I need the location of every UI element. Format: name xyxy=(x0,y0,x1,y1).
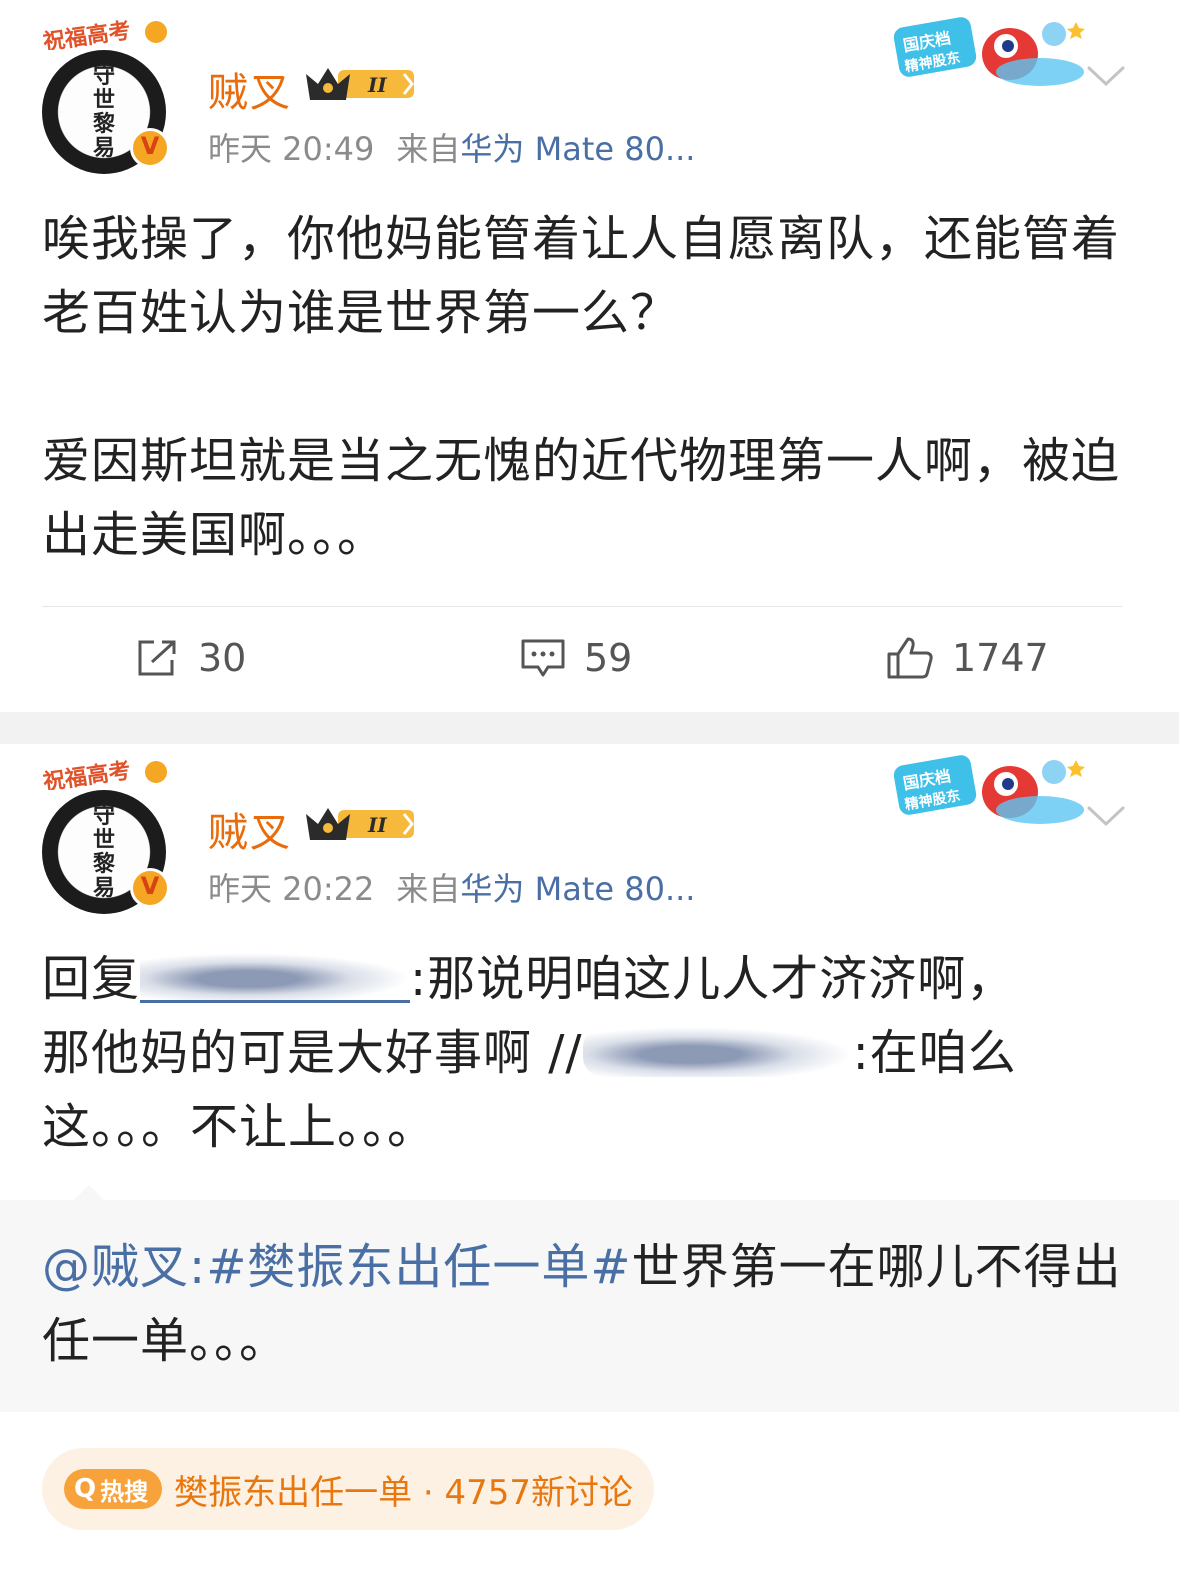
quoted-text-line-1: 世界第一在哪儿不得出 xyxy=(631,1239,1122,1295)
reply-prefix: 回复 xyxy=(42,951,141,1007)
reply-line-2: 那他妈的可是大好事啊 // :在咱么 xyxy=(42,1016,1122,1090)
action-bar: 30 59 1747 xyxy=(0,618,1179,698)
post-meta: 昨天 20:49 来自华为 Mate 80... xyxy=(208,124,695,170)
like-count: 1747 xyxy=(952,636,1049,680)
svg-text:祝福高考: 祝福高考 xyxy=(41,18,132,50)
divider xyxy=(42,606,1122,607)
post-meta: 昨天 20:22 来自华为 Mate 80... xyxy=(208,864,695,910)
hot-search-text: 樊振东出任一单 · 4757新讨论 xyxy=(174,1472,634,1513)
hot-search-pill[interactable]: Q 热搜 樊振东出任一单 · 4757新讨论 xyxy=(42,1448,654,1530)
repost-count: 30 xyxy=(198,636,247,680)
repost-button[interactable]: 30 xyxy=(136,618,246,698)
quoted-text-line-2: 任一单。。。 xyxy=(42,1313,289,1369)
avatar-frame-badge: 祝福高考 xyxy=(41,18,167,50)
reply-line-3: 这。。。不让上。。。 xyxy=(42,1099,437,1155)
avatar-calligraphy: 守世黎易 xyxy=(92,803,115,901)
thumbs-up-icon xyxy=(887,637,933,679)
source-prefix: 来自 xyxy=(396,130,461,168)
vip-crown-icon: II xyxy=(306,68,414,100)
post-card-1: 祝福高考 守世黎易 V 贼叉 II 昨天 20:49 来自华为 Mate 80..… xyxy=(0,0,1179,712)
verified-badge-icon: V xyxy=(130,868,170,908)
repost-icon xyxy=(138,640,176,676)
reply-text: 那他妈的可是大好事啊 // xyxy=(42,1025,583,1081)
reply-line-1: 回复 :那说明咱这儿人才济济啊， xyxy=(42,942,1122,1016)
holiday-sticker-icon: 国庆档 精神股东 xyxy=(893,755,1085,824)
comment-count: 59 xyxy=(584,636,633,680)
reply-text: :那说明咱这儿人才济济啊， xyxy=(410,951,1016,1007)
hot-search-badge-label: 热搜 xyxy=(100,1477,149,1506)
source-device-link[interactable]: 华为 Mate 80... xyxy=(460,130,695,168)
mention-link[interactable]: @贼叉: xyxy=(42,1239,206,1295)
vip-crown-icon: II xyxy=(306,808,414,840)
comment-icon xyxy=(521,639,565,677)
avatar-calligraphy: 守世黎易 xyxy=(92,63,115,161)
search-icon: Q xyxy=(74,1474,97,1504)
avatar-1[interactable]: 祝福高考 守世黎易 V xyxy=(38,10,172,174)
post-body: 回复 :那说明咱这儿人才济济啊， 那他妈的可是大好事啊 // :在咱么 这。。。不让… xyxy=(42,942,1122,1164)
quote-pointer xyxy=(74,1185,104,1200)
hot-search-badge: Q 热搜 xyxy=(64,1469,163,1509)
like-button[interactable]: 1747 xyxy=(886,618,1049,698)
quoted-post[interactable]: @贼叉:#樊振东出任一单#世界第一在哪儿不得出 任一单。。。 xyxy=(0,1185,1179,1412)
svg-text:II: II xyxy=(367,813,387,837)
source-prefix: 来自 xyxy=(396,870,461,908)
post-paragraph: 唉我操了，你他妈能管着让人自愿离队，还能管着老百姓认为谁是世界第一么？ xyxy=(42,211,1121,341)
hashtag-link[interactable]: #樊振东出任一单# xyxy=(206,1239,631,1295)
feed-gap xyxy=(0,712,1179,744)
svg-text:祝福高考: 祝福高考 xyxy=(41,758,132,790)
redacted-username xyxy=(582,1027,853,1077)
verified-badge-icon: V xyxy=(130,128,170,168)
comment-button[interactable]: 59 xyxy=(520,618,632,698)
post-body: 唉我操了，你他妈能管着让人自愿离队，还能管着老百姓认为谁是世界第一么？ 爱因斯坦… xyxy=(42,202,1122,572)
redacted-username xyxy=(140,953,411,1003)
reply-text: :在咱么 xyxy=(852,1025,1017,1081)
svg-text:II: II xyxy=(367,73,387,97)
holiday-sticker-icon: 国庆档 精神股东 xyxy=(893,17,1085,86)
chevron-down-icon[interactable] xyxy=(1086,64,1126,88)
username[interactable]: 贼叉 xyxy=(208,60,292,118)
source-device-link[interactable]: 华为 Mate 80... xyxy=(460,870,695,908)
post-time: 昨天 20:22 xyxy=(208,870,375,908)
post-paragraph: 爱因斯坦就是当之无愧的近代物理第一人啊，被迫出走美国啊。。。 xyxy=(42,433,1121,563)
avatar-2[interactable]: 祝福高考 守世黎易 V xyxy=(38,750,172,914)
avatar-frame-badge: 祝福高考 xyxy=(41,758,167,790)
post-time: 昨天 20:49 xyxy=(208,130,375,168)
username[interactable]: 贼叉 xyxy=(208,800,292,858)
quoted-text: @贼叉:#樊振东出任一单#世界第一在哪儿不得出 任一单。。。 xyxy=(42,1230,1132,1378)
chevron-down-icon[interactable] xyxy=(1086,804,1126,828)
